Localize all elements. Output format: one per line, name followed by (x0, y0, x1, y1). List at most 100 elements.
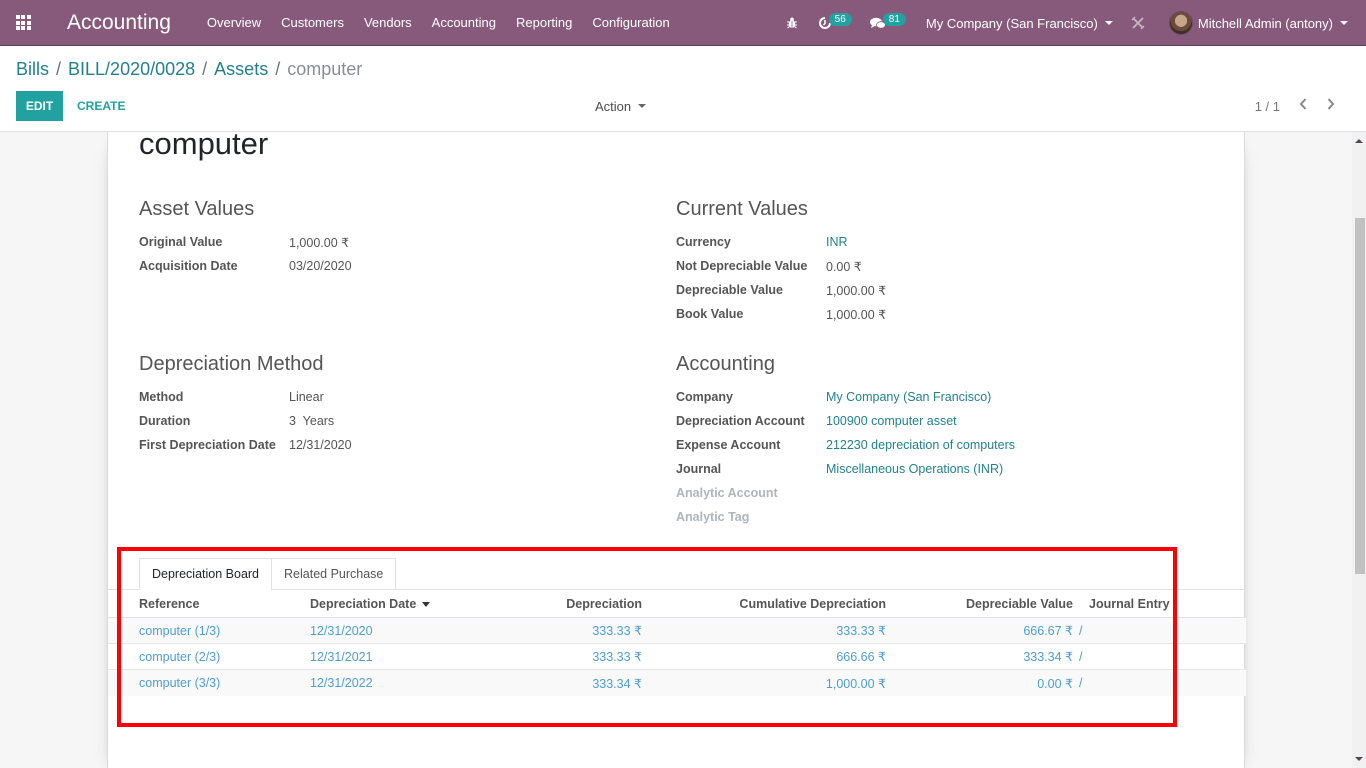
grid-icon (15, 15, 31, 30)
journal-link[interactable]: Miscellaneous Operations (INR) (826, 462, 1003, 476)
cell-journal-entry[interactable]: / (1073, 650, 1243, 664)
breadcrumb-bill[interactable]: BILL/2020/0028 (68, 59, 195, 80)
cell-cumulative: 666.66 ₹ (836, 650, 886, 664)
cell-journal-entry[interactable]: / (1073, 624, 1243, 638)
field-depreciation-account: Depreciation Account 100900 computer ass… (676, 409, 1196, 433)
company-link[interactable]: My Company (San Francisco) (826, 390, 991, 404)
field-label: Acquisition Date (139, 259, 238, 273)
breadcrumb-separator: / (56, 59, 62, 79)
field-value: Linear (289, 390, 324, 404)
field-label: Book Value (676, 307, 744, 321)
chevron-right-icon (1327, 98, 1335, 110)
action-dropdown[interactable]: Action (595, 91, 647, 121)
table-row[interactable]: computer (2/3) 12/31/2021 333.33 ₹ 666.6… (108, 644, 1246, 670)
field-label: Method (139, 390, 184, 404)
column-reference[interactable]: Reference (108, 597, 310, 611)
menu-reporting[interactable]: Reporting (506, 15, 582, 30)
depreciation-table: Reference Depreciation Date Depreciation… (108, 590, 1246, 696)
group-accounting: Accounting Company My Company (San Franc… (676, 353, 1196, 529)
cell-reference: computer (3/3) (139, 676, 221, 690)
field-label: Analytic Tag (676, 510, 750, 524)
avatar (1168, 11, 1193, 35)
field-not-depreciable-value: Not Depreciable Value 0.00 ₹ (676, 254, 1176, 278)
cell-depreciation: 333.33 ₹ (592, 650, 642, 664)
field-depreciable-value: Depreciable Value 1,000.00 ₹ (676, 278, 1176, 302)
column-depreciable-value[interactable]: Depreciable Value (886, 597, 1073, 611)
expense-account-link[interactable]: 212230 depreciation of computers (826, 438, 1015, 452)
table-row[interactable]: computer (1/3) 12/31/2020 333.33 ₹ 333.3… (108, 618, 1246, 644)
bug-icon (786, 17, 797, 29)
cell-depreciable: 333.34 ₹ (1023, 650, 1073, 664)
depreciation-account-link[interactable]: 100900 computer asset (826, 414, 957, 428)
group-title: Depreciation Method (139, 353, 324, 375)
column-depreciation[interactable]: Depreciation (554, 597, 642, 611)
pager-next-button[interactable] (1320, 97, 1342, 115)
top-navbar: Accounting Overview Customers Vendors Ac… (0, 0, 1366, 46)
scroll-up-arrow-icon[interactable] (1355, 139, 1363, 143)
field-label: Depreciation Account (676, 414, 805, 428)
scroll-down-arrow-icon[interactable] (1355, 757, 1363, 761)
activities-button[interactable]: 56 (818, 12, 852, 30)
field-label: Original Value (139, 235, 223, 249)
cell-reference: computer (1/3) (139, 623, 221, 638)
apps-menu-button[interactable] (0, 0, 46, 46)
field-value: 1,000.00 ₹ (826, 283, 887, 298)
vertical-scrollbar[interactable] (1352, 132, 1366, 768)
currency-link[interactable]: INR (826, 235, 848, 249)
menu-overview[interactable]: Overview (197, 15, 271, 30)
pager-previous-button[interactable] (1292, 97, 1314, 115)
cell-depreciation: 333.33 ₹ (592, 624, 642, 638)
debug-button[interactable] (786, 17, 798, 29)
caret-down-icon (1104, 21, 1113, 25)
cell-cumulative: 333.33 ₹ (836, 624, 886, 638)
edit-button[interactable]: EDIT (16, 91, 63, 121)
create-button[interactable]: CREATE (77, 91, 125, 121)
breadcrumb-assets[interactable]: Assets (214, 59, 268, 80)
field-value: 3 Years (289, 414, 335, 428)
chevron-left-icon (1299, 98, 1307, 110)
group-title: Asset Values (139, 198, 255, 220)
pager: 1 / 1 (1255, 91, 1342, 121)
tab-related-purchase[interactable]: Related Purchase (271, 558, 397, 590)
main-menu: Overview Customers Vendors Accounting Re… (197, 15, 680, 30)
field-label: Journal (676, 462, 722, 476)
column-journal-entry[interactable]: Journal Entry (1073, 597, 1243, 611)
pager-value[interactable]: 1 / 1 (1255, 99, 1280, 114)
user-menu[interactable]: Mitchell Admin (antony) (1168, 11, 1348, 35)
field-label: Expense Account (676, 438, 781, 452)
group-current-values: Current Values Currency INR Not Deprecia… (676, 198, 1176, 326)
menu-vendors[interactable]: Vendors (354, 15, 422, 30)
tab-depreciation-board[interactable]: Depreciation Board (139, 558, 273, 590)
menu-customers[interactable]: Customers (271, 15, 354, 30)
field-company: Company My Company (San Francisco) (676, 385, 1196, 409)
field-label: Depreciable Value (676, 283, 784, 297)
field-currency: Currency INR (676, 230, 1176, 254)
menu-accounting[interactable]: Accounting (422, 15, 506, 30)
field-method: Method Linear (139, 385, 639, 409)
breadcrumb-current: computer (287, 59, 363, 79)
table-header: Reference Depreciation Date Depreciation… (108, 590, 1246, 618)
column-cumulative-depreciation[interactable]: Cumulative Depreciation (642, 597, 886, 611)
cell-journal-entry[interactable]: / (1073, 676, 1243, 690)
scrollbar-thumb[interactable] (1355, 218, 1365, 574)
field-label: Currency (676, 235, 731, 249)
field-value: 1,000.00 ₹ (826, 307, 887, 322)
field-value: 03/20/2020 (289, 259, 352, 273)
field-first-depreciation-date: First Depreciation Date 12/31/2020 (139, 433, 639, 457)
company-switcher[interactable]: My Company (San Francisco) (926, 16, 1113, 31)
cell-depreciation: 333.34 ₹ (592, 676, 642, 691)
breadcrumb-bills[interactable]: Bills (16, 59, 49, 80)
table-row[interactable]: computer (3/3) 12/31/2022 333.34 ₹ 1,000… (108, 670, 1246, 696)
field-label: Analytic Account (676, 486, 778, 500)
messages-button[interactable]: 81 (869, 12, 906, 30)
menu-configuration[interactable]: Configuration (582, 15, 679, 30)
field-label: Duration (139, 414, 191, 428)
column-depreciation-date[interactable]: Depreciation Date (310, 597, 554, 611)
group-depreciation-method: Depreciation Method Method Linear Durati… (139, 353, 639, 457)
activities-badge: 56 (828, 12, 852, 26)
field-label: First Depreciation Date (139, 438, 276, 452)
cell-date: 12/31/2022 (310, 676, 373, 690)
cell-date: 12/31/2020 (310, 623, 373, 638)
notebook-tabs: Depreciation Board Related Purchase (139, 558, 397, 590)
tools-button[interactable] (1131, 16, 1145, 30)
